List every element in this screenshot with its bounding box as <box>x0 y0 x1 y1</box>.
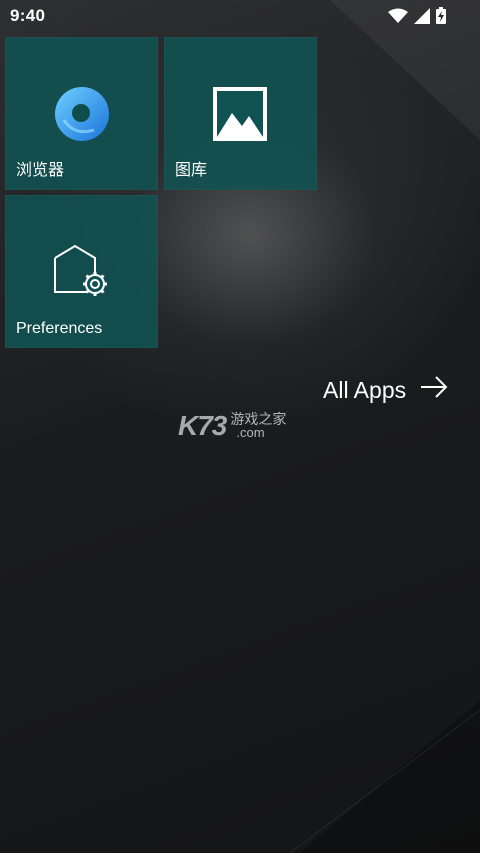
arrow-right-icon <box>420 376 448 404</box>
tile-browser[interactable]: 浏览器 <box>5 37 158 190</box>
cellular-signal-icon <box>414 7 430 29</box>
gallery-icon <box>212 86 268 147</box>
preferences-icon <box>53 244 113 305</box>
watermark-domain: .com <box>236 425 265 440</box>
watermark-tagline: 游戏之家 <box>230 411 287 427</box>
status-bar: 9:40 <box>0 0 480 32</box>
browser-icon <box>54 86 110 147</box>
watermark-logo: K73 游戏之家 .com <box>178 410 286 442</box>
tile-gallery[interactable]: 图库 <box>164 37 317 190</box>
tile-preferences[interactable]: Preferences <box>5 195 158 348</box>
all-apps-button[interactable]: All Apps <box>323 376 448 404</box>
wifi-icon <box>388 8 408 29</box>
all-apps-label: All Apps <box>323 376 407 403</box>
tile-browser-label: 浏览器 <box>16 162 65 179</box>
tile-preferences-label: Preferences <box>16 320 103 337</box>
watermark-brand: K73 <box>178 410 227 441</box>
tile-gallery-label: 图库 <box>175 162 208 179</box>
battery-charging-icon <box>436 7 446 29</box>
status-time: 9:40 <box>10 6 46 25</box>
